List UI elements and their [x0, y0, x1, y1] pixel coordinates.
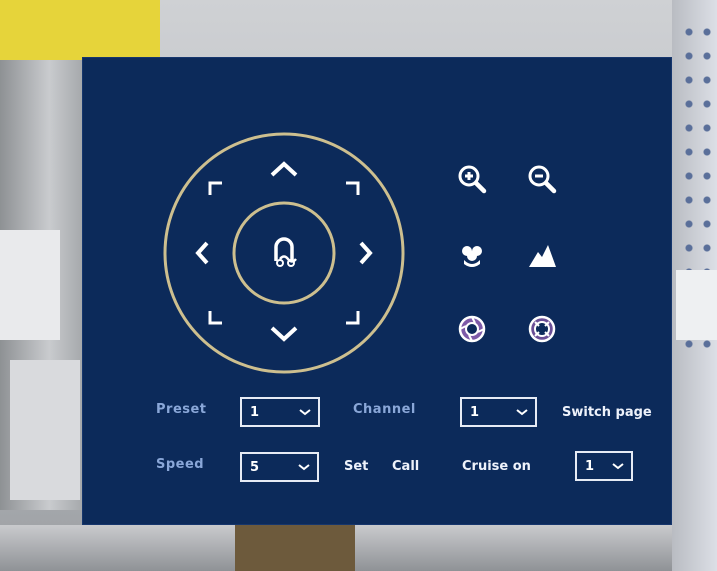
zoom-out-icon[interactable] [526, 163, 558, 195]
move-down-right-icon[interactable] [346, 311, 360, 325]
ptz-control-panel: Preset 1 Channel 1 Switch page Speed 5 S… [82, 57, 672, 525]
cruise-select[interactable]: 1 [575, 451, 633, 481]
speed-select[interactable]: 5 [240, 452, 319, 482]
zoom-in-icon[interactable] [456, 163, 488, 195]
chevron-down-icon [612, 463, 624, 470]
ptz-center-icon[interactable] [274, 237, 297, 267]
call-button[interactable]: Call [392, 459, 419, 474]
cruise-on-label: Cruise on [462, 459, 531, 474]
chevron-left-icon[interactable] [195, 241, 209, 265]
switch-page-button[interactable]: Switch page [562, 405, 652, 420]
channel-label: Channel [353, 402, 416, 417]
focus-near-icon[interactable] [456, 240, 488, 272]
move-up-left-icon[interactable] [208, 181, 222, 195]
preset-label: Preset [156, 402, 207, 417]
channel-value: 1 [470, 404, 480, 420]
chevron-down-icon[interactable] [270, 326, 298, 342]
chevron-down-icon [516, 409, 528, 416]
chevron-right-icon[interactable] [359, 241, 373, 265]
set-button[interactable]: Set [344, 459, 368, 474]
cruise-value: 1 [585, 458, 595, 474]
ptz-direction-wheel [163, 132, 405, 374]
preset-value: 1 [250, 404, 260, 420]
speed-value: 5 [250, 459, 260, 475]
inner-ring [232, 201, 336, 305]
iris-close-icon[interactable] [526, 313, 558, 345]
chevron-up-icon[interactable] [270, 161, 298, 177]
channel-select[interactable]: 1 [460, 397, 537, 427]
preset-select[interactable]: 1 [240, 397, 320, 427]
chevron-down-icon [298, 464, 310, 471]
speed-label: Speed [156, 457, 205, 472]
focus-far-icon[interactable] [526, 240, 558, 272]
move-up-right-icon[interactable] [346, 181, 360, 195]
move-down-left-icon[interactable] [208, 311, 222, 325]
iris-open-icon[interactable] [456, 313, 488, 345]
chevron-down-icon [299, 409, 311, 416]
